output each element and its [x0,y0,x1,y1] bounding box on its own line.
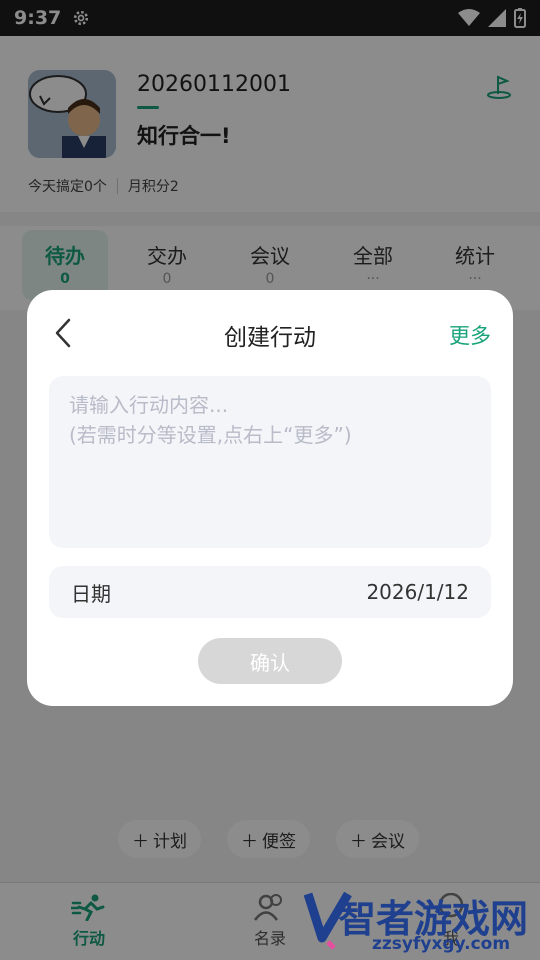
more-button[interactable]: 更多 [449,320,491,350]
create-action-dialog: 创建行动 更多 日期 2026/1/12 确认 [27,290,513,706]
action-content-input[interactable] [49,376,491,548]
date-value: 2026/1/12 [366,580,469,604]
date-picker-row[interactable]: 日期 2026/1/12 [49,566,491,618]
confirm-button[interactable]: 确认 [198,638,342,684]
watermark-url: zzsyfyxgy.com [372,934,511,954]
date-label: 日期 [71,581,111,606]
dialog-title: 创建行动 [224,325,316,351]
